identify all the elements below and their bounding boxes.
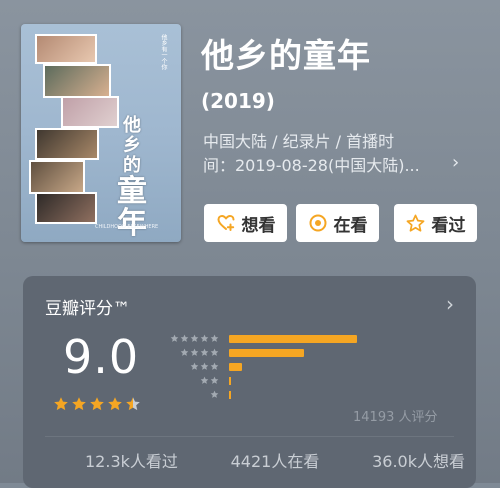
watched-label: 看过 — [431, 215, 466, 236]
star-icon — [72, 397, 86, 411]
row-stars — [163, 390, 219, 399]
movie-poster[interactable]: 他乡有一个你 他 乡 的 童 年 CHILDHOOD ELSEWHERE — [21, 24, 181, 242]
poster-photo — [35, 192, 97, 224]
poster-title: 他 乡 的 童 年 — [117, 115, 147, 241]
distribution-row — [163, 388, 231, 400]
bar-track — [229, 349, 449, 357]
watched-count[interactable]: 12.3k人看过 — [85, 448, 178, 472]
star-icon — [54, 397, 68, 411]
watching-count[interactable]: 4421人在看 — [231, 448, 320, 472]
distribution-row — [163, 332, 357, 344]
row-stars — [163, 334, 219, 343]
star-icon — [126, 397, 140, 411]
rating-source-label: 豆瓣评分™ — [45, 299, 130, 319]
meta-line: 间：2019-08-28(中国大陆)... — [203, 156, 420, 175]
small-star-icon — [200, 334, 209, 342]
distribution-row — [163, 374, 231, 386]
row-stars — [163, 348, 219, 357]
poster-photo — [35, 128, 99, 160]
watching-button[interactable]: 在看 — [296, 204, 379, 242]
small-star-icon — [210, 334, 219, 342]
small-star-icon — [190, 362, 199, 370]
small-star-icon — [180, 334, 189, 342]
distribution-row — [163, 360, 242, 372]
watch-stats: 12.3k人看过 4421人在看 36.0k人想看 — [85, 448, 465, 472]
chevron-right-icon[interactable]: › — [452, 152, 459, 173]
watched-button[interactable]: 看过 — [394, 204, 477, 242]
small-star-icon — [210, 390, 219, 398]
small-star-icon — [210, 362, 219, 370]
small-star-icon — [200, 348, 209, 356]
watching-label: 在看 — [333, 215, 368, 236]
bar-fill — [229, 391, 231, 399]
want-label: 想看 — [241, 215, 276, 236]
heart-plus-icon — [216, 213, 236, 233]
poster-photo — [61, 96, 119, 128]
movie-title: 他乡的童年 — [201, 36, 371, 75]
small-star-icon — [210, 348, 219, 356]
divider — [45, 436, 454, 437]
movie-year: (2019) — [201, 89, 275, 113]
distribution-row — [163, 346, 304, 358]
bar-track — [229, 377, 449, 385]
want-count[interactable]: 36.0k人想看 — [372, 448, 465, 472]
small-star-icon — [180, 348, 189, 356]
poster-photo — [29, 160, 85, 194]
bar-track — [229, 363, 449, 371]
poster-photo — [35, 34, 97, 64]
target-icon — [308, 213, 328, 233]
chevron-right-icon[interactable]: › — [446, 292, 454, 316]
bar-fill — [229, 335, 357, 343]
rating-count: 14193 人评分 — [353, 410, 438, 425]
star-icon — [108, 397, 122, 411]
rating-score: 9.0 — [63, 330, 140, 384]
want-to-watch-button[interactable]: 想看 — [204, 204, 287, 242]
bar-fill — [229, 377, 231, 385]
small-star-icon — [200, 376, 209, 384]
star-icon — [90, 397, 104, 411]
rating-card[interactable]: 豆瓣评分™ › 9.0 14193 人评分 12.3k人看过 4421人在看 3… — [23, 276, 476, 488]
star-outline-icon — [406, 213, 426, 233]
rating-stars — [53, 396, 143, 412]
small-star-icon — [190, 334, 199, 342]
bar-fill — [229, 349, 304, 357]
bar-track — [229, 335, 449, 343]
row-stars — [163, 376, 219, 385]
meta-line: 中国大陆 / 纪录片 / 首播时 — [203, 132, 395, 151]
poster-tagline: 他乡有一个你 — [160, 34, 167, 70]
small-star-icon — [200, 362, 209, 370]
bar-fill — [229, 363, 242, 371]
small-star-icon — [170, 334, 179, 342]
small-star-icon — [210, 376, 219, 384]
bar-track — [229, 391, 449, 399]
small-star-icon — [190, 348, 199, 356]
movie-meta[interactable]: 中国大陆 / 纪录片 / 首播时 间：2019-08-28(中国大陆)... — [203, 130, 473, 178]
poster-photo — [43, 64, 111, 98]
row-stars — [163, 362, 219, 371]
poster-english-title: CHILDHOOD ELSEWHERE — [95, 224, 159, 230]
